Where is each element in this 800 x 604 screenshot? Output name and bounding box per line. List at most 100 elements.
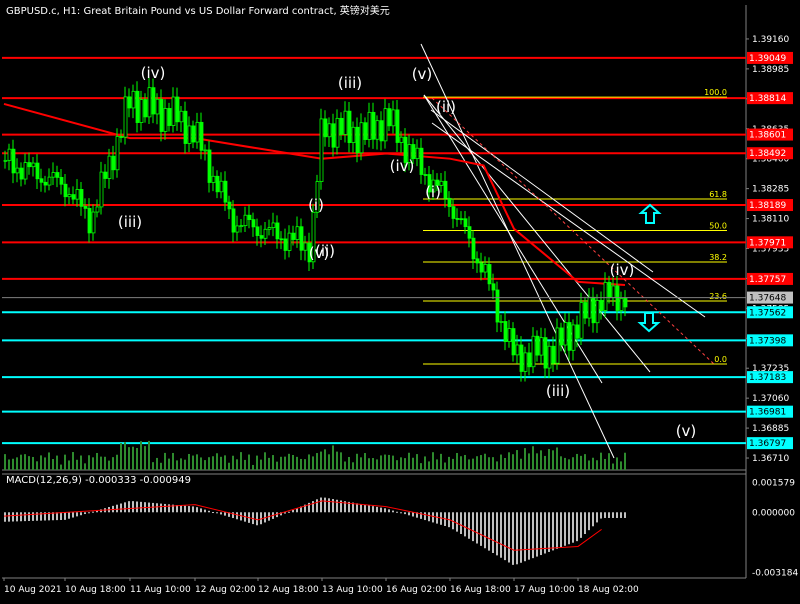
macd-histogram-bar (28, 512, 30, 521)
volume-bar (264, 452, 266, 470)
volume-bar (520, 458, 522, 470)
volume-bar (292, 455, 294, 470)
volume-bar (604, 458, 606, 470)
macd-title: MACD(12,26,9) -0.000333 -0.000949 (6, 475, 191, 486)
volume-bar (192, 455, 194, 470)
volume-bar (472, 458, 474, 470)
macd-histogram-bar (408, 512, 410, 516)
candle-body (159, 98, 164, 132)
candle-body (347, 110, 352, 143)
volume-bar (12, 458, 14, 470)
candle-body (219, 180, 224, 193)
candle-body (367, 111, 372, 140)
volume-bar (552, 450, 554, 470)
volume-bar (508, 452, 510, 470)
macd-histogram-bar (88, 512, 90, 514)
volume-bar (144, 446, 146, 470)
macd-histogram-bar (116, 504, 118, 513)
volume-bar (560, 456, 562, 470)
volume-bar (100, 456, 102, 470)
volume-bar (516, 450, 518, 470)
candle-body (103, 171, 108, 179)
volume-bar (28, 456, 30, 470)
volume-bar (140, 441, 142, 470)
macd-histogram-bar (456, 512, 458, 532)
volume-bar (548, 449, 550, 470)
macd-histogram-bar (68, 512, 70, 519)
macd-histogram-bar (592, 512, 594, 527)
volume-bar (332, 445, 334, 470)
volume-bar (496, 461, 498, 470)
macd-histogram-bar (548, 512, 550, 552)
price-tick-label: 1.36710 (752, 454, 789, 464)
macd-histogram-bar (16, 512, 18, 522)
volume-bar (280, 456, 282, 470)
macd-histogram-bar (188, 506, 190, 513)
candle-body (255, 226, 260, 236)
macd-histogram-bar (56, 512, 58, 521)
volume-bar (252, 464, 254, 470)
volume-bar (568, 459, 570, 470)
candle-body (175, 96, 180, 123)
candle-body (451, 206, 456, 219)
volume-bar (312, 456, 314, 470)
candle-body (443, 180, 448, 199)
volume-bar (464, 454, 466, 470)
volume-bar (328, 454, 330, 470)
macd-histogram-bar (312, 501, 314, 513)
volume-bar (216, 453, 218, 470)
candle-body (523, 352, 528, 372)
candle-body (91, 211, 96, 234)
macd-histogram-bar (480, 512, 482, 546)
volume-bar (444, 462, 446, 470)
wave-label: (ii) (436, 98, 456, 116)
macd-histogram-bar (520, 512, 522, 563)
candle-body (95, 206, 100, 213)
candle-body (291, 232, 296, 240)
candle-body (207, 149, 212, 183)
candle-body (47, 176, 52, 186)
volume-bar (4, 454, 6, 470)
candle-body (319, 118, 324, 182)
macd-histogram-bar (4, 512, 6, 522)
volume-bar (316, 453, 318, 470)
candle-body (555, 327, 560, 364)
volume-bar (60, 464, 62, 470)
candle-body (251, 219, 256, 228)
candle-body (183, 110, 188, 144)
macd-histogram-bar (596, 512, 598, 523)
candle-body (475, 258, 480, 264)
volume-bar (376, 459, 378, 470)
wave-label: (v) (676, 422, 697, 440)
candle-body (487, 264, 492, 285)
volume-bar (528, 453, 530, 470)
candle-body (471, 237, 476, 260)
macd-histogram-bar (372, 506, 374, 513)
candle-body (11, 148, 16, 174)
volume-bar (620, 461, 622, 470)
volume-bar (432, 452, 434, 470)
resistance-level-value: 1.37971 (749, 238, 786, 248)
volume-bar (460, 456, 462, 470)
wave-label: (i) (308, 196, 324, 214)
candle-body (395, 109, 400, 143)
resistance-level-value: 1.39049 (749, 54, 786, 64)
candle-body (51, 172, 56, 178)
macd-histogram-bar (156, 503, 158, 513)
volume-bar (600, 452, 602, 470)
volume-bar (428, 461, 430, 470)
candle-body (343, 110, 348, 135)
candle-body (495, 289, 500, 323)
chart-root: 1.391601.389851.388101.386351.384601.382… (0, 0, 800, 600)
macd-histogram-bar (404, 512, 406, 515)
fib-level-label: 23.6 (709, 292, 727, 301)
macd-histogram-bar (556, 512, 558, 549)
volume-bar (52, 459, 54, 470)
candle-body (527, 352, 532, 368)
candle-body (383, 108, 388, 142)
macd-histogram-bar (380, 507, 382, 513)
candle-body (63, 183, 68, 198)
price-tick-label: 1.38285 (752, 185, 789, 195)
volume-bar (564, 457, 566, 470)
candle-body (283, 238, 288, 251)
